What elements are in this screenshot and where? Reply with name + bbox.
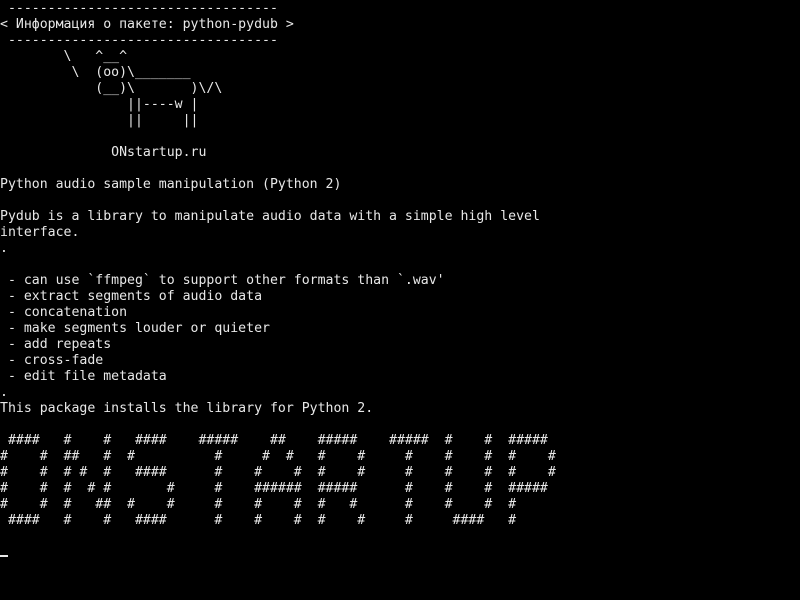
banner-art-line: # # ## # # # # # # # # # # # # [0,449,556,464]
banner-art-line: # # # ## # # # # # # # # # # # [0,497,517,512]
banner-art-line: # # # # # #### # # # # # # # # # # [0,465,556,480]
speech-bubble-top: ---------------------------------- [0,1,278,16]
package-description: Pydub is a library to manipulate audio d… [0,209,540,224]
cow-art-line: (__)\ )\/\ [0,81,223,96]
description-separator: . [0,385,8,400]
cow-art-line: \ (oo)\_______ [0,65,191,80]
feature-item: - edit file metadata [0,369,167,384]
description-separator: . [0,241,8,256]
feature-item: - add repeats [0,337,112,352]
banner-art-line: #### # # #### # # # # # # #### # [0,513,517,528]
site-name: ONstartup.ru [0,145,207,160]
feature-item: - cross-fade [0,353,104,368]
package-install-note: This package installs the library for Py… [0,401,374,416]
speech-bubble-text: < Информация о пакете: python-pydub > [0,17,294,32]
terminal-output: ---------------------------------- < Инф… [0,1,556,529]
cow-art-line: || || [0,113,199,128]
cow-art-line: \ ^__^ [0,49,128,64]
text-cursor [0,555,8,557]
feature-item: - extract segments of audio data [0,289,263,304]
feature-item: - can use `ffmpeg` to support other form… [0,273,445,288]
cow-art-line: ||----w | [0,97,199,112]
speech-bubble-bottom: ---------------------------------- [0,33,278,48]
feature-item: - concatenation [0,305,128,320]
banner-art-line: #### # # #### ##### ## ##### ##### # # #… [0,433,548,448]
banner-art-line: # # # # # # # ###### ##### # # # ##### [0,481,548,496]
terminal-window[interactable]: ---------------------------------- < Инф… [0,0,800,600]
feature-item: - make segments louder or quieter [0,321,270,336]
package-description: interface. [0,225,80,240]
package-summary: Python audio sample manipulation (Python… [0,177,342,192]
